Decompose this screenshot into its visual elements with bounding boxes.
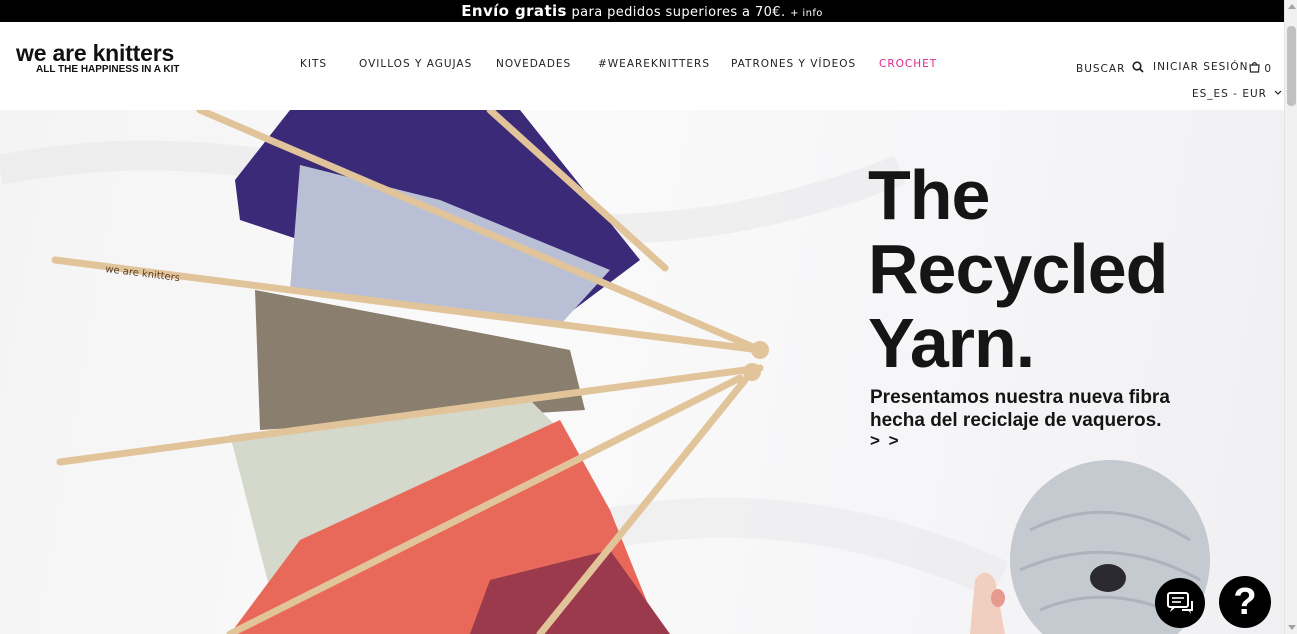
hero-title-line: Yarn. (868, 304, 1035, 382)
login-link[interactable]: INICIAR SESIÓN (1153, 61, 1248, 73)
hero-title-line: Recycled (868, 230, 1168, 308)
hero-subtitle-line: Presentamos nuestra nueva fibra (870, 387, 1170, 408)
scroll-up-arrow-icon[interactable] (1288, 4, 1296, 9)
logo-tagline: ALL THE HAPPINESS IN A KIT (36, 64, 180, 75)
nav-item-crochet[interactable]: CROCHET (879, 58, 937, 70)
logo-name: we are knitters (16, 40, 175, 66)
hero-subtitle: Presentamos nuestra nueva fibra hecha de… (870, 386, 1230, 432)
nav-item-novedades[interactable]: NOVEDADES (496, 58, 571, 70)
locale-selector[interactable]: ES_ES - EUR (1192, 88, 1282, 100)
logo[interactable]: we are knitters ALL THE HAPPINESS IN A K… (16, 42, 180, 76)
hero-title-line: The (868, 156, 990, 234)
hero-subtitle-line: hecha del reciclaje de vaqueros. (870, 410, 1162, 431)
hero-title: The Recycled Yarn. (868, 156, 1168, 382)
nav-item-weareknitters[interactable]: #WEAREKNITTERS (598, 58, 710, 70)
promo-text: para pedidos superiores a 70€. (571, 5, 786, 20)
locale-label: ES_ES - EUR (1192, 88, 1267, 100)
search-button[interactable]: BUSCAR (1076, 61, 1144, 75)
site-header: we are knitters ALL THE HAPPINESS IN A K… (0, 22, 1284, 110)
promo-bold: Envío gratis (461, 2, 567, 20)
nav-item-ovillos-agujas[interactable]: OVILLOS Y AGUJAS (359, 58, 472, 70)
help-button[interactable]: ? (1219, 576, 1271, 628)
needle-brand-text: we are knitters (105, 264, 181, 284)
promo-info-link[interactable]: + info (790, 8, 823, 19)
page-scrollbar[interactable] (1284, 0, 1297, 634)
search-label: BUSCAR (1076, 63, 1126, 75)
hero-cta-link[interactable]: > > (870, 431, 901, 451)
cart-count: 0 (1264, 63, 1272, 75)
search-icon (1132, 61, 1144, 73)
scroll-down-arrow-icon[interactable] (1288, 625, 1296, 630)
chat-bubbles-icon (1167, 592, 1193, 614)
chat-button[interactable] (1155, 578, 1205, 628)
promo-bar[interactable]: Envío gratis para pedidos superiores a 7… (0, 0, 1284, 22)
scrollbar-thumb[interactable] (1287, 26, 1296, 106)
nav-item-patrones-videos[interactable]: PATRONES Y VÍDEOS (731, 58, 856, 70)
nav-item-kits[interactable]: KITS (300, 58, 327, 70)
chevron-down-icon (1274, 90, 1282, 95)
cart-button[interactable]: 0 (1249, 61, 1271, 75)
shopping-bag-icon (1249, 62, 1260, 73)
hero-banner[interactable]: we are knitters The Recycled Yarn. Prese… (0, 110, 1284, 634)
